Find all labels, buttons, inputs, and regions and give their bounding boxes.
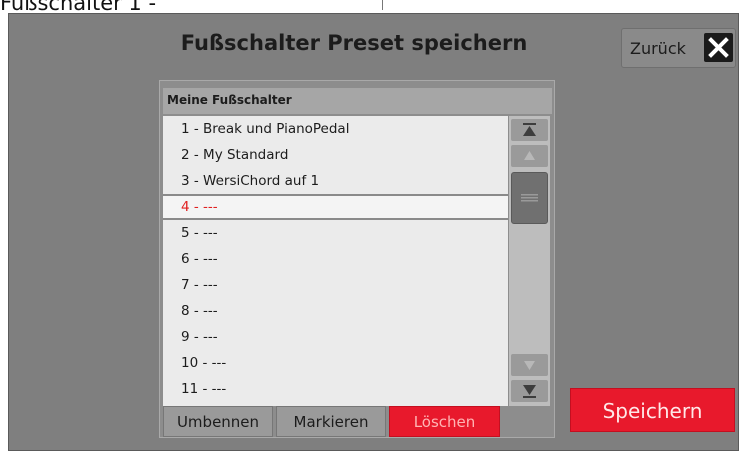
list-item[interactable]: 10 - --- [163,350,508,376]
list-item[interactable]: 8 - --- [163,298,508,324]
save-button[interactable]: Speichern [570,388,735,432]
save-preset-dialog: Fußschalter Preset speichern Zurück Mein… [8,13,739,451]
mark-button[interactable]: Markieren [276,406,386,437]
list-item[interactable]: 1 - Break und PianoPedal [163,116,508,142]
list-header-label: Meine Fußschalter [167,93,292,107]
list-item[interactable]: 6 - --- [163,246,508,272]
list-item[interactable]: 9 - --- [163,324,508,350]
delete-button[interactable]: Löschen [389,406,500,437]
list-item[interactable]: 11 - --- [163,376,508,402]
rename-button[interactable]: Umbennen [163,406,273,437]
list-item-selected[interactable]: 4 - --- [163,194,508,220]
list-item[interactable]: 3 - WersiChord auf 1 [163,168,508,194]
scroll-up-icon[interactable] [511,145,548,167]
list-item[interactable]: 5 - --- [163,220,508,246]
back-button-label: Zurück [630,39,686,58]
scroll-down-icon[interactable] [511,354,548,376]
scroll-thumb[interactable] [511,172,548,224]
scroll-bottom-icon[interactable] [511,380,548,402]
divider-mark [382,0,383,10]
list-header: Meine Fußschalter [163,88,552,114]
list-action-bar: Umbennen Markieren Löschen [163,406,508,438]
back-button[interactable]: Zurück [621,28,736,68]
preset-list-panel: Meine Fußschalter 1 - Break und PianoPed… [159,80,555,438]
list-scrollbar[interactable] [509,116,550,406]
scroll-top-icon[interactable] [511,119,548,141]
dialog-title: Fußschalter Preset speichern [180,31,528,55]
list-item[interactable]: 2 - My Standard [163,142,508,168]
close-icon[interactable] [704,33,733,62]
list-item[interactable]: 7 - --- [163,272,508,298]
preset-list[interactable]: 1 - Break und PianoPedal 2 - My Standard… [163,116,508,406]
